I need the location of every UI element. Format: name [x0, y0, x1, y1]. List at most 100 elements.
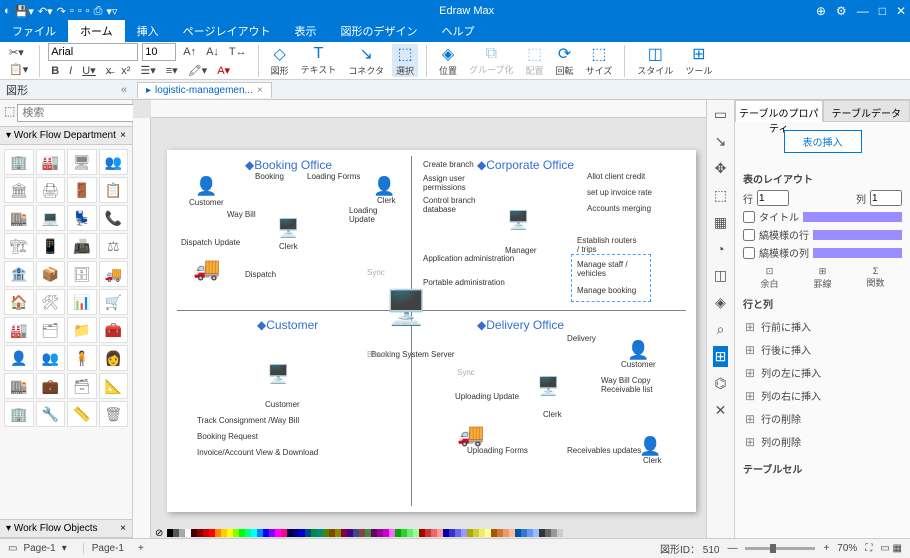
add-page-icon[interactable]: + — [138, 543, 144, 554]
font-bigger-icon[interactable]: A↑ — [180, 45, 199, 59]
bullets-icon[interactable]: ☰▾ — [137, 63, 158, 78]
margin-button[interactable]: ⊡余白 — [760, 266, 778, 290]
shape-item[interactable]: 📁 — [67, 317, 97, 343]
search-icon[interactable]: ⬚ — [4, 104, 15, 122]
style-tool[interactable]: ◫スタイル — [633, 44, 677, 77]
bold-button[interactable]: B — [48, 64, 62, 78]
tab-table-property[interactable]: テーブルのプロパティ — [735, 100, 823, 122]
page-view-icon[interactable]: ▭ — [8, 543, 17, 554]
cols-input[interactable] — [870, 190, 902, 206]
highlight-icon[interactable]: 🖍▾ — [185, 63, 211, 78]
zoom-in-icon[interactable]: + — [823, 543, 829, 554]
arrange-tool[interactable]: ⬚配置 — [522, 44, 548, 77]
shape-item[interactable]: 📐 — [99, 373, 129, 399]
rowscols-item[interactable]: ⊞行前に挿入 — [743, 315, 902, 338]
maximize-icon[interactable]: □ — [879, 4, 886, 18]
shape-item[interactable]: 📏 — [67, 401, 97, 427]
tool-search-icon[interactable]: ⌕ — [715, 319, 727, 340]
font-family[interactable] — [48, 43, 138, 61]
zoom-out-icon[interactable]: — — [727, 543, 737, 554]
position-tool[interactable]: ◈位置 — [435, 44, 461, 77]
rowscols-item[interactable]: ⊞列の左に挿入 — [743, 361, 902, 384]
nocolor-icon[interactable]: ⊘ — [155, 528, 163, 539]
function-button[interactable]: Σ関数 — [866, 266, 884, 290]
tool-dashboard-icon[interactable]: ◔ — [714, 239, 726, 259]
close-icon[interactable]: ✕ — [896, 4, 906, 18]
shape-item[interactable]: 🚚 — [99, 261, 129, 287]
tool-spread-icon[interactable]: ✕ — [713, 400, 729, 421]
shape-item[interactable]: 🗃 — [67, 373, 97, 399]
shape-item[interactable]: 🗄 — [67, 261, 97, 287]
redo-icon[interactable]: ↷ — [57, 5, 66, 18]
shape-item[interactable]: 🏢 — [4, 149, 34, 175]
superscript-button[interactable]: x² — [118, 64, 133, 78]
shape-item[interactable]: 🖨 — [36, 177, 66, 203]
shape-item[interactable]: 🗂 — [36, 317, 66, 343]
page-dropdown-icon[interactable]: ▾ — [62, 543, 67, 554]
shape-item[interactable]: 👩 — [99, 345, 129, 371]
menu-pagelayout[interactable]: ページレイアウト — [171, 20, 283, 42]
shape-item[interactable]: 👥 — [99, 149, 129, 175]
tool-table-icon[interactable]: ⊞ — [713, 346, 729, 367]
underline-button[interactable]: U▾ — [79, 63, 98, 78]
rows-input[interactable] — [757, 190, 789, 206]
shape-item[interactable]: 🏛 — [4, 177, 34, 203]
border-button[interactable]: ⊞罫線 — [813, 266, 831, 290]
shape-item[interactable]: 🏗 — [4, 233, 34, 259]
font-color-icon[interactable]: A▾ — [214, 63, 233, 78]
rotate-tool[interactable]: ⟳回転 — [552, 44, 578, 77]
shape-item[interactable]: 👤 — [4, 345, 34, 371]
shape-item[interactable]: 📋 — [99, 177, 129, 203]
shape-section-department[interactable]: Work Flow Department — [14, 130, 116, 141]
color-swatch[interactable] — [557, 529, 563, 537]
select-tool[interactable]: ⬚選択 — [392, 44, 418, 77]
opt-title-check[interactable] — [743, 211, 755, 223]
close-tab-icon[interactable]: × — [257, 85, 263, 96]
shape-item[interactable]: 🔧 — [36, 401, 66, 427]
selection-box[interactable] — [571, 254, 651, 302]
tool-pan-icon[interactable]: ✥ — [713, 158, 729, 179]
tool-tool[interactable]: ⊞ツール — [681, 44, 716, 77]
menu-view[interactable]: 表示 — [282, 20, 328, 42]
tool-arrow-icon[interactable]: ↘ — [713, 131, 729, 152]
menu-home[interactable]: ホーム — [68, 20, 125, 42]
shape-section-objects[interactable]: Work Flow Objects — [14, 523, 98, 534]
shape-item[interactable]: 🚪 — [67, 177, 97, 203]
shape-item[interactable]: 🏠 — [4, 289, 34, 315]
new-icon[interactable]: ▫ — [70, 5, 74, 17]
save-icon[interactable]: 💾▾ — [15, 5, 34, 18]
tool-picture-icon[interactable]: ▦ — [712, 212, 729, 233]
connector-tool[interactable]: ↘コネクタ — [344, 44, 388, 77]
open-icon[interactable]: ▫ — [86, 5, 90, 17]
canvas-area[interactable]: 🖥️ Booking System Server ◆Booking Office… — [133, 100, 706, 538]
text-spacing-icon[interactable]: T↔ — [226, 45, 250, 59]
color-strip[interactable]: ⊘ — [151, 528, 706, 538]
shape-item[interactable]: 🛒 — [99, 289, 129, 315]
shape-item[interactable]: 🏬 — [4, 205, 34, 231]
opt-stripecol-check[interactable] — [743, 247, 755, 259]
rowscols-item[interactable]: ⊞列の削除 — [743, 430, 902, 453]
shape-item[interactable]: 💺 — [67, 205, 97, 231]
shape-item[interactable]: 🏭 — [4, 317, 34, 343]
shape-item[interactable]: 🧍 — [67, 345, 97, 371]
align-icon[interactable]: ≡▾ — [163, 63, 181, 78]
font-smaller-icon[interactable]: A↓ — [203, 45, 222, 59]
group-tool[interactable]: ⧉グループ化 — [465, 45, 517, 76]
section-close-icon-2[interactable]: × — [120, 523, 126, 534]
menu-file[interactable]: ファイル — [0, 20, 68, 42]
paste-icon[interactable]: 📋▾ — [6, 62, 31, 77]
shape-item[interactable]: 🏬 — [4, 373, 34, 399]
shape-item[interactable]: ⚖ — [99, 233, 129, 259]
strike-button[interactable]: x̶ — [103, 64, 115, 78]
menu-insert[interactable]: 挿入 — [125, 20, 171, 42]
zoom-value[interactable]: 70% — [837, 543, 857, 554]
tool-symbol-icon[interactable]: ⬚ — [712, 185, 729, 206]
section-close-icon[interactable]: × — [120, 130, 126, 141]
tool-chart-icon[interactable]: ⌬ — [712, 373, 728, 394]
canvas[interactable]: 🖥️ Booking System Server ◆Booking Office… — [167, 150, 696, 512]
shape-item[interactable]: 📊 — [67, 289, 97, 315]
page-selector[interactable]: Page-1 — [23, 543, 55, 554]
shape-item[interactable]: 📞 — [99, 205, 129, 231]
view-icons[interactable]: ▭ ▦ — [880, 543, 902, 554]
shape-tool[interactable]: ◇図形 — [267, 44, 293, 77]
